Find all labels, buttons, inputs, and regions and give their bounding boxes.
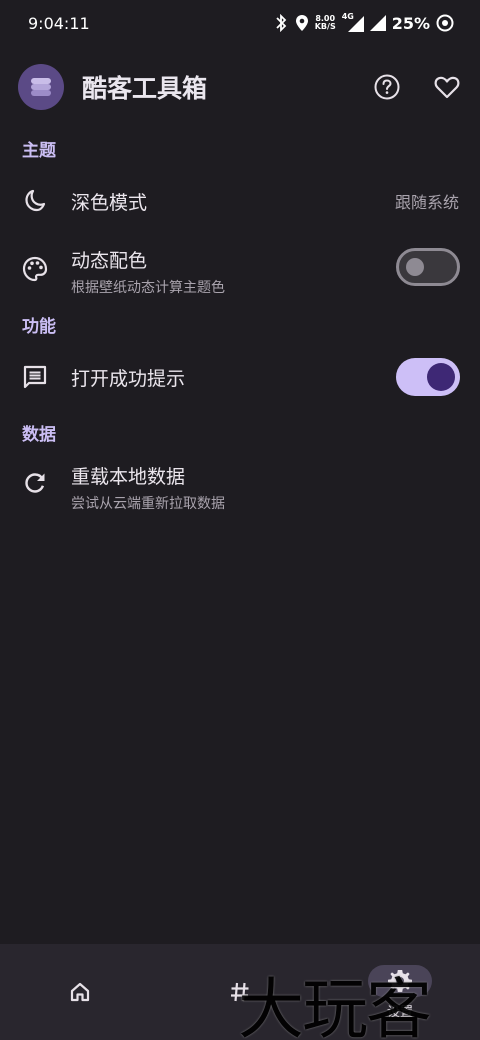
app-title: 酷客工具箱 — [82, 74, 208, 103]
net-speed-unit: KB/S — [314, 22, 336, 31]
nav-item-home[interactable] — [0, 944, 160, 1040]
section-header-data: 数据 — [22, 425, 56, 445]
battery-saver-icon — [436, 14, 454, 32]
dynamic-color-title: 动态配色 — [71, 250, 148, 272]
help-button[interactable] — [372, 72, 402, 102]
bluetooth-icon — [276, 14, 286, 32]
reload-local-title: 重载本地数据 — [71, 466, 186, 488]
section-header-features: 功能 — [22, 317, 56, 337]
help-icon — [374, 74, 400, 100]
moon-icon — [20, 186, 50, 216]
app-logo-icon — [18, 64, 64, 110]
setting-reload-local-data[interactable]: 重载本地数据 尝试从云端重新拉取数据 — [0, 458, 480, 516]
dark-mode-title: 深色模式 — [71, 191, 148, 214]
home-icon — [48, 976, 112, 1008]
section-header-theme: 主题 — [22, 141, 56, 161]
open-success-tip-title: 打开成功提示 — [71, 367, 186, 390]
setting-dark-mode[interactable]: 深色模式 跟随系统 — [0, 172, 480, 230]
heart-icon — [434, 76, 460, 99]
dark-mode-value: 跟随系统 — [394, 193, 459, 212]
setting-dynamic-color[interactable]: 动态配色 根据壁纸动态计算主题色 — [0, 240, 480, 298]
watermark: 大玩客 — [238, 971, 432, 1040]
status-time: 9:04:11 — [28, 13, 90, 33]
status-icons: 8.00 KB/S 4G 25% — [273, 12, 454, 33]
battery-level: 25% — [391, 13, 430, 33]
favorite-button[interactable] — [432, 72, 462, 102]
status-bar: 9:04:11 8.00 KB/S 4G 25% — [0, 0, 480, 46]
app-bar: 酷客工具箱 — [18, 62, 462, 112]
dynamic-color-switch[interactable] — [396, 248, 460, 286]
switch-knob — [406, 258, 424, 276]
open-success-tip-switch[interactable] — [396, 358, 460, 396]
palette-icon — [20, 254, 50, 284]
location-icon — [295, 15, 308, 31]
signal-icon — [369, 15, 386, 31]
net-speed: 8.00 KB/S — [315, 15, 336, 31]
setting-open-success-tip[interactable]: 打开成功提示 — [0, 348, 480, 406]
refresh-icon — [20, 468, 50, 498]
message-icon — [20, 362, 50, 392]
reload-local-subtitle: 尝试从云端重新拉取数据 — [71, 496, 225, 512]
dynamic-color-subtitle: 根据壁纸动态计算主题色 — [71, 280, 225, 296]
switch-knob — [427, 363, 455, 391]
signal-4g-icon: 4G — [342, 12, 364, 32]
